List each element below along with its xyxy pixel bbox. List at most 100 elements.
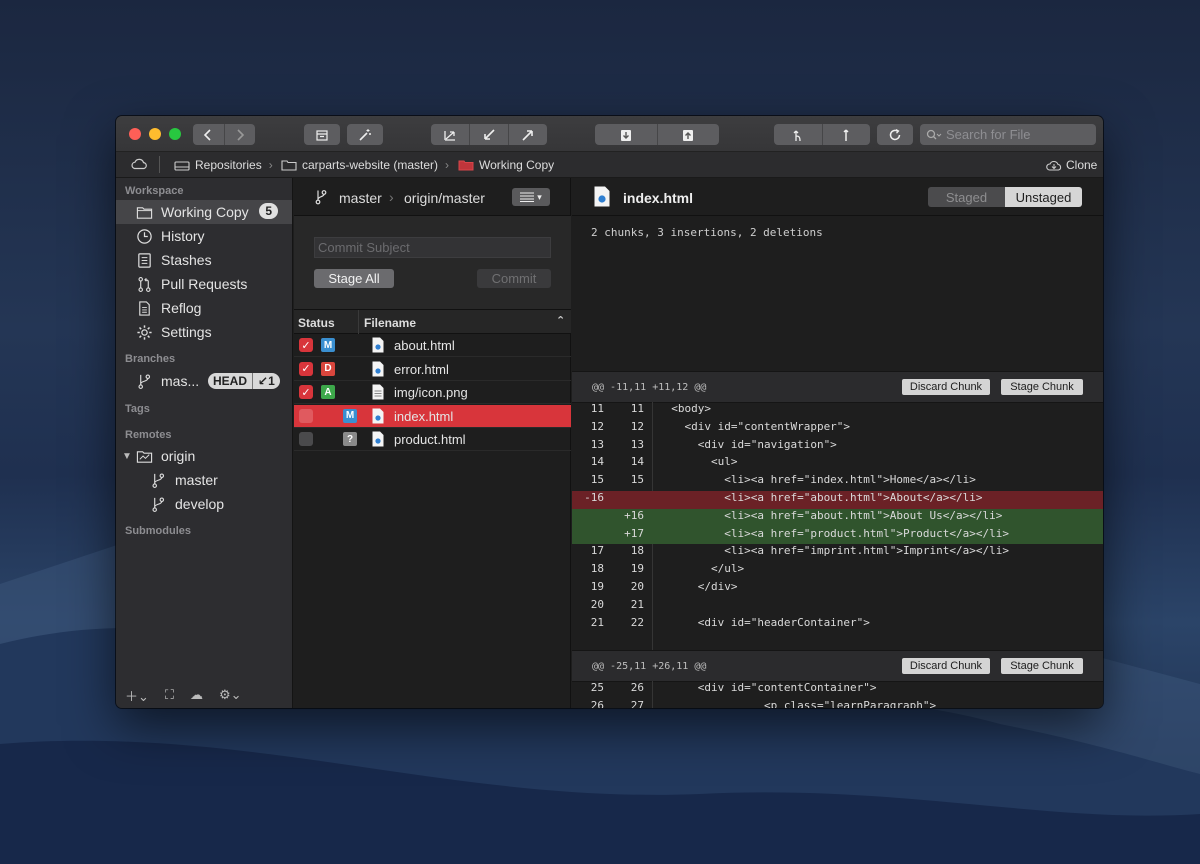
cloud-icon[interactable]: ☁ xyxy=(190,687,203,703)
column-status[interactable]: Status xyxy=(298,316,335,330)
file-row-selected[interactable]: M index.html xyxy=(294,404,571,428)
sidebar-footer: ＋⌄ ⛶ ☁ ⚙⌄ xyxy=(116,682,292,708)
forward-button[interactable] xyxy=(225,124,256,145)
tracking-branch-label[interactable]: origin/master xyxy=(404,190,485,206)
column-filename[interactable]: Filename xyxy=(364,316,416,330)
view-options-button[interactable]: ▾ xyxy=(512,188,550,206)
pop-stash-button[interactable] xyxy=(658,124,720,145)
history-nav-group xyxy=(193,124,255,145)
breadcrumb-repositories[interactable]: Repositories › xyxy=(174,158,273,172)
diff-line[interactable]: 21 22 <div id="headerContainer"> xyxy=(572,616,1103,634)
line-content: <div id="navigation"> xyxy=(658,437,837,451)
line-content: </div> xyxy=(658,580,738,593)
sidebar-item-stashes[interactable]: Stashes xyxy=(116,248,292,272)
back-button[interactable] xyxy=(193,124,225,145)
image-icon[interactable]: ⛶ xyxy=(165,687,174,703)
minimize-window-button[interactable] xyxy=(149,128,161,140)
stage-checkbox[interactable] xyxy=(299,432,313,446)
breadcrumb-working-copy[interactable]: Working Copy xyxy=(458,158,554,172)
sort-ascending-icon[interactable]: ⌃ xyxy=(556,314,565,327)
stage-chunk-button[interactable]: Stage Chunk xyxy=(1001,658,1083,674)
sidebar-item-label: Stashes xyxy=(161,252,212,268)
refresh-icon xyxy=(889,128,901,140)
stage-all-button[interactable]: Stage All xyxy=(314,269,394,288)
current-branch-label[interactable]: master xyxy=(339,190,382,206)
new-line-number: 12 xyxy=(630,419,644,433)
html-file-icon xyxy=(372,431,384,447)
commit-button[interactable]: Commit xyxy=(477,269,551,288)
search-field[interactable]: Search for File xyxy=(920,124,1096,145)
diff-line[interactable]: 26 27 <p class="learnParagraph"> xyxy=(572,699,1103,708)
folder-icon xyxy=(134,202,154,222)
diff-line[interactable]: 20 21 xyxy=(572,598,1103,616)
search-icon xyxy=(926,129,942,139)
diff-line[interactable]: 17 18 <li><a href="imprint.html">Imprint<… xyxy=(572,544,1103,562)
add-menu-button[interactable]: ＋⌄ xyxy=(125,686,149,705)
pull-request-icon xyxy=(134,274,154,294)
stage-checkbox[interactable] xyxy=(299,408,313,423)
sidebar-section-submodules: Submodules xyxy=(125,525,192,537)
sidebar-remote-branch-master[interactable]: master xyxy=(116,468,292,492)
chevron-right-icon xyxy=(237,128,244,141)
gear-menu-button[interactable]: ⚙⌄ xyxy=(219,687,242,703)
diff-line[interactable]: 19 20 </div> xyxy=(572,580,1103,598)
diff-line[interactable]: 11 11 <body> xyxy=(572,402,1103,420)
diff-line[interactable]: 25 26 <div id="contentContainer"> xyxy=(572,681,1103,699)
unstaged-tab[interactable]: Unstaged xyxy=(1005,187,1082,207)
breadcrumb-label: carparts-website (master) xyxy=(302,158,439,172)
sidebar-item-working-copy[interactable]: Working Copy 5 xyxy=(116,200,292,224)
zoom-window-button[interactable] xyxy=(169,128,181,140)
old-line-number: 25 xyxy=(590,681,604,694)
stash-button[interactable] xyxy=(595,124,658,145)
create-tag-button[interactable] xyxy=(823,124,871,145)
sidebar-branch-master[interactable]: mas... HEAD ↙1 xyxy=(116,369,292,393)
file-row[interactable]: ? product.html xyxy=(294,428,571,451)
diff-line[interactable]: 15 15 <li><a href="index.html">Home</a></… xyxy=(572,473,1103,491)
sidebar-item-label: mas... xyxy=(161,373,200,389)
push-button[interactable] xyxy=(509,124,547,145)
diff-line[interactable]: 13 13 <div id="navigation"> xyxy=(572,438,1103,456)
pull-button[interactable] xyxy=(470,124,509,145)
cloud-sidebar-toggle[interactable] xyxy=(130,157,148,170)
sidebar-item-settings[interactable]: Settings xyxy=(116,320,292,344)
file-row[interactable]: ✓ M about.html xyxy=(294,334,571,357)
discard-chunk-button[interactable]: Discard Chunk xyxy=(902,379,990,395)
sidebar-section-remotes: Remotes xyxy=(125,429,172,441)
diff-line[interactable]: 14 14 <ul> xyxy=(572,455,1103,473)
fetch-button[interactable] xyxy=(431,124,470,145)
staged-tab[interactable]: Staged xyxy=(928,187,1005,207)
sidebar-remote-origin[interactable]: ▼ origin xyxy=(116,444,292,468)
stage-checkbox[interactable]: ✓ xyxy=(299,385,313,399)
diff-line-added[interactable]: +17 <li><a href="product.html">Product</… xyxy=(572,526,1103,545)
refresh-button[interactable] xyxy=(877,124,913,145)
sidebar-item-history[interactable]: History xyxy=(116,224,292,248)
stage-checkbox[interactable]: ✓ xyxy=(299,361,313,376)
create-branch-button[interactable] xyxy=(774,124,823,145)
file-row[interactable]: ✓ A img/icon.png xyxy=(294,381,571,404)
new-line-number: 15 xyxy=(630,473,644,487)
discard-chunk-button[interactable]: Discard Chunk xyxy=(902,658,990,674)
commit-subject-input[interactable]: Commit Subject xyxy=(314,237,551,258)
branch-icon xyxy=(148,494,168,514)
archive-button[interactable] xyxy=(304,124,340,145)
folder-icon xyxy=(281,160,297,171)
file-row[interactable]: ✓ D error.html xyxy=(294,358,571,381)
clone-button[interactable]: Clone xyxy=(1045,158,1097,172)
sidebar-item-pull-requests[interactable]: Pull Requests xyxy=(116,272,292,296)
old-line-number: 17 xyxy=(590,544,604,558)
line-content: <div id="headerContainer"> xyxy=(658,615,870,629)
sidebar-item-reflog[interactable]: Reflog xyxy=(116,296,292,320)
diff-line[interactable]: 18 19 </ul> xyxy=(572,562,1103,580)
diff-line-deleted[interactable]: -16 <li><a href="about.html">About</a></… xyxy=(572,491,1103,509)
stage-checkbox[interactable]: ✓ xyxy=(299,338,313,352)
close-window-button[interactable] xyxy=(129,128,141,140)
diff-line[interactable]: 12 12 <div id="contentWrapper"> xyxy=(572,420,1103,438)
html-file-icon xyxy=(594,186,610,207)
chevron-right-icon: › xyxy=(389,189,394,205)
disclosure-triangle-icon[interactable]: ▼ xyxy=(122,451,134,462)
quick-actions-button[interactable] xyxy=(347,124,383,145)
breadcrumb-repository[interactable]: carparts-website (master) › xyxy=(281,158,449,172)
stage-chunk-button[interactable]: Stage Chunk xyxy=(1001,379,1083,395)
diff-line-added[interactable]: +16 <li><a href="about.html">About Us</a… xyxy=(572,508,1103,527)
sidebar-remote-branch-develop[interactable]: develop xyxy=(116,492,292,516)
